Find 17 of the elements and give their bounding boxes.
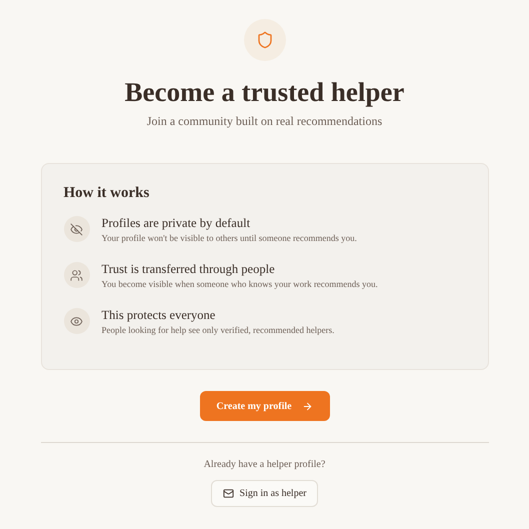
page-subtitle: Join a community built on real recommendations [146,114,382,129]
people-icon [64,262,90,288]
shield-icon-circle [244,19,286,61]
eye-icon [64,308,90,334]
item-description: You become visible when someone who knows your work recommends you. [102,278,378,290]
item-title: Profiles are private by default [102,216,252,231]
page-title: Become a trusted helper [124,76,404,108]
item-title: This protects everyone [102,308,216,323]
sign-in-prompt: Already have a helper profile? [204,459,326,470]
item-description: People looking for help see only verified, recommended helpers. [102,324,334,336]
arrow-right-icon [302,400,313,412]
item-description: Your profile won't be visible to others until someone recommends you. [102,232,357,244]
envelope-icon [222,488,234,499]
item-title: Trust is transferred through people [102,262,276,277]
eye-off-icon [64,216,90,242]
sign-in-button[interactable]: Sign in as helper [210,480,318,507]
card-title: How it works [64,184,150,202]
